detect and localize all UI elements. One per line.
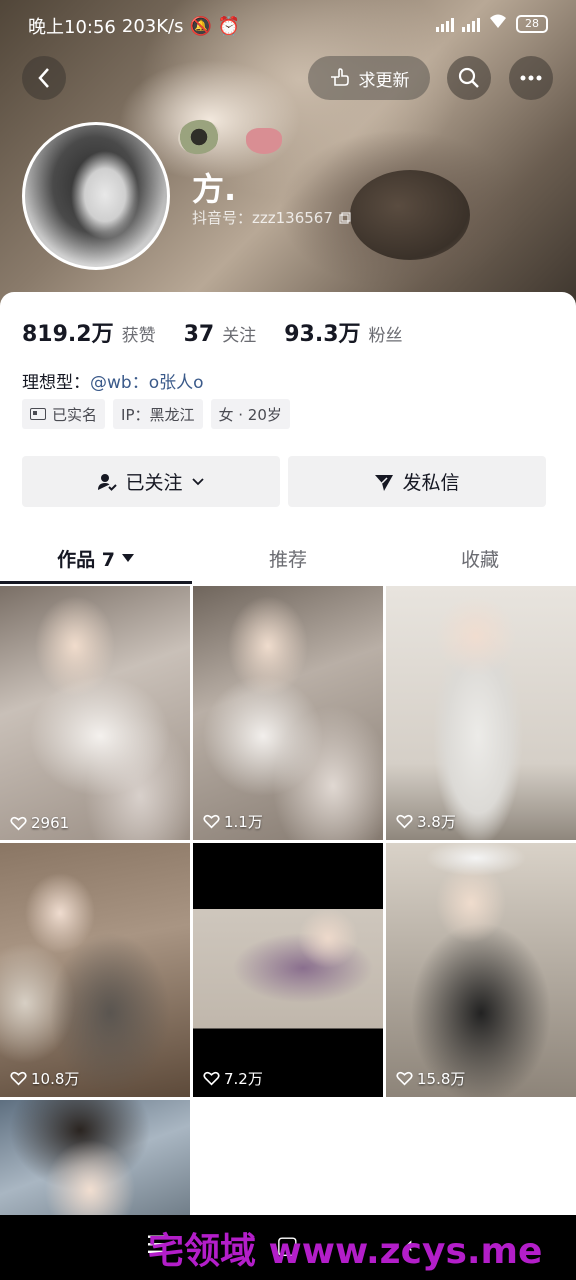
- status-time: 晚上10:56: [28, 17, 116, 38]
- search-button[interactable]: [447, 56, 491, 100]
- signal-icon-2: [462, 16, 480, 32]
- bio: 理想型：@wb：o张人o: [22, 368, 204, 393]
- send-icon: [375, 474, 394, 491]
- avatar[interactable]: [22, 122, 170, 270]
- request-update-button[interactable]: 求更新: [308, 56, 430, 100]
- stat-value: 93.3万: [284, 322, 361, 347]
- heart-icon: [396, 1071, 413, 1086]
- stats-row: 819.2万 获赞 37 关注 93.3万 粉丝: [22, 316, 431, 348]
- tab-label: 收藏: [460, 548, 499, 571]
- copy-icon[interactable]: [339, 211, 351, 224]
- heart-icon: [396, 814, 413, 829]
- chevron-left-icon: [38, 68, 49, 88]
- stat-label: 关注: [222, 326, 257, 346]
- like-count: 1.1万: [203, 811, 263, 832]
- like-count: 7.2万: [203, 1068, 263, 1089]
- battery-icon: 28: [516, 14, 548, 33]
- tag-ip: IP：黑龙江: [113, 399, 203, 429]
- stat-value: 819.2万: [22, 322, 114, 347]
- tag-text: 女 · 20岁: [218, 405, 282, 424]
- tab-works[interactable]: 作品 7: [0, 532, 192, 584]
- video-thumbnail[interactable]: 2961: [0, 586, 190, 840]
- top-nav: 求更新: [0, 54, 576, 102]
- video-thumbnail[interactable]: [0, 1100, 190, 1220]
- id-card-icon: [30, 408, 46, 420]
- more-dots-icon: [520, 75, 542, 81]
- like-count-text: 3.8万: [417, 813, 456, 831]
- like-count: 3.8万: [396, 811, 456, 832]
- bio-prefix: 理想型：: [22, 373, 90, 393]
- tag-verified: 已实名: [22, 399, 106, 429]
- heart-icon: [203, 814, 220, 829]
- heart-icon: [10, 816, 27, 831]
- douyin-id: 抖音号：zzz136567: [192, 207, 351, 228]
- video-thumbnail[interactable]: 10.8万: [0, 843, 190, 1097]
- like-count-text: 1.1万: [224, 813, 263, 831]
- caret-down-icon: [121, 554, 134, 562]
- tab-label: 作品 7: [57, 548, 115, 571]
- like-count: 10.8万: [10, 1068, 79, 1089]
- stat-value: 37: [183, 322, 215, 347]
- wifi-icon: [488, 13, 508, 34]
- tab-favorites[interactable]: 收藏: [384, 532, 576, 584]
- tag-text: IP：黑龙江: [121, 405, 195, 424]
- video-thumbnail[interactable]: 3.8万: [386, 586, 576, 840]
- banner-cat-paw: [350, 170, 470, 260]
- bio-mention-link[interactable]: @wb：o张人o: [90, 373, 204, 393]
- pointing-hand-icon: [330, 68, 349, 86]
- profile-name: 方.: [192, 170, 237, 208]
- search-icon: [458, 67, 479, 88]
- banner-cat-eye: [175, 116, 223, 158]
- stat-following[interactable]: 37 关注: [184, 321, 257, 347]
- tag-row: 已实名 IP：黑龙江 女 · 20岁: [22, 399, 290, 429]
- video-thumbnail[interactable]: 7.2万: [193, 843, 383, 1097]
- tab-recommended[interactable]: 推荐: [192, 532, 384, 584]
- user-check-icon: [98, 473, 118, 491]
- like-count-text: 10.8万: [31, 1070, 80, 1088]
- request-update-label: 求更新: [358, 70, 410, 91]
- banner-cat-nose: [246, 128, 282, 154]
- status-bar: 晚上10:56 203K/s 🔕 ⏰ 28: [0, 0, 576, 48]
- like-count-text: 15.8万: [417, 1070, 466, 1088]
- signal-icon: [436, 16, 454, 32]
- message-button[interactable]: 发私信: [288, 456, 546, 507]
- tag-gender-age: 女 · 20岁: [210, 399, 290, 429]
- like-count: 15.8万: [396, 1068, 465, 1089]
- like-count-text: 7.2万: [224, 1070, 263, 1088]
- like-count: 2961: [10, 814, 69, 832]
- stat-label: 获赞: [121, 326, 156, 346]
- douyin-id-text: 抖音号：zzz136567: [192, 209, 333, 227]
- like-count-text: 2961: [31, 814, 70, 832]
- stat-likes[interactable]: 819.2万 获赞: [22, 316, 156, 348]
- tag-text: 已实名: [52, 405, 98, 424]
- message-label: 发私信: [402, 472, 460, 494]
- video-thumbnail[interactable]: 15.8万: [386, 843, 576, 1097]
- back-button[interactable]: [22, 56, 66, 100]
- content-tabs: 作品 7 推荐 收藏: [0, 532, 576, 584]
- stat-followers[interactable]: 93.3万 粉丝: [284, 316, 402, 348]
- watermark-text: 宅领域 www.zcys.me: [148, 1231, 543, 1272]
- action-row: 已关注 发私信: [22, 456, 546, 507]
- following-label: 已关注: [125, 472, 183, 494]
- tab-label: 推荐: [268, 548, 307, 571]
- heart-icon: [10, 1071, 27, 1086]
- chevron-down-icon: [191, 477, 204, 485]
- more-button[interactable]: [509, 56, 553, 100]
- mute-icon: 🔕: [189, 15, 212, 37]
- video-thumbnail[interactable]: 1.1万: [193, 586, 383, 840]
- alarm-icon: ⏰: [217, 15, 241, 37]
- following-button[interactable]: 已关注: [22, 456, 280, 507]
- heart-icon: [203, 1071, 220, 1086]
- stat-label: 粉丝: [368, 326, 403, 346]
- profile-card: 819.2万 获赞 37 关注 93.3万 粉丝 理想型：@wb：o张人o 已实…: [0, 292, 576, 1280]
- status-network-speed: 203K/s: [121, 15, 184, 37]
